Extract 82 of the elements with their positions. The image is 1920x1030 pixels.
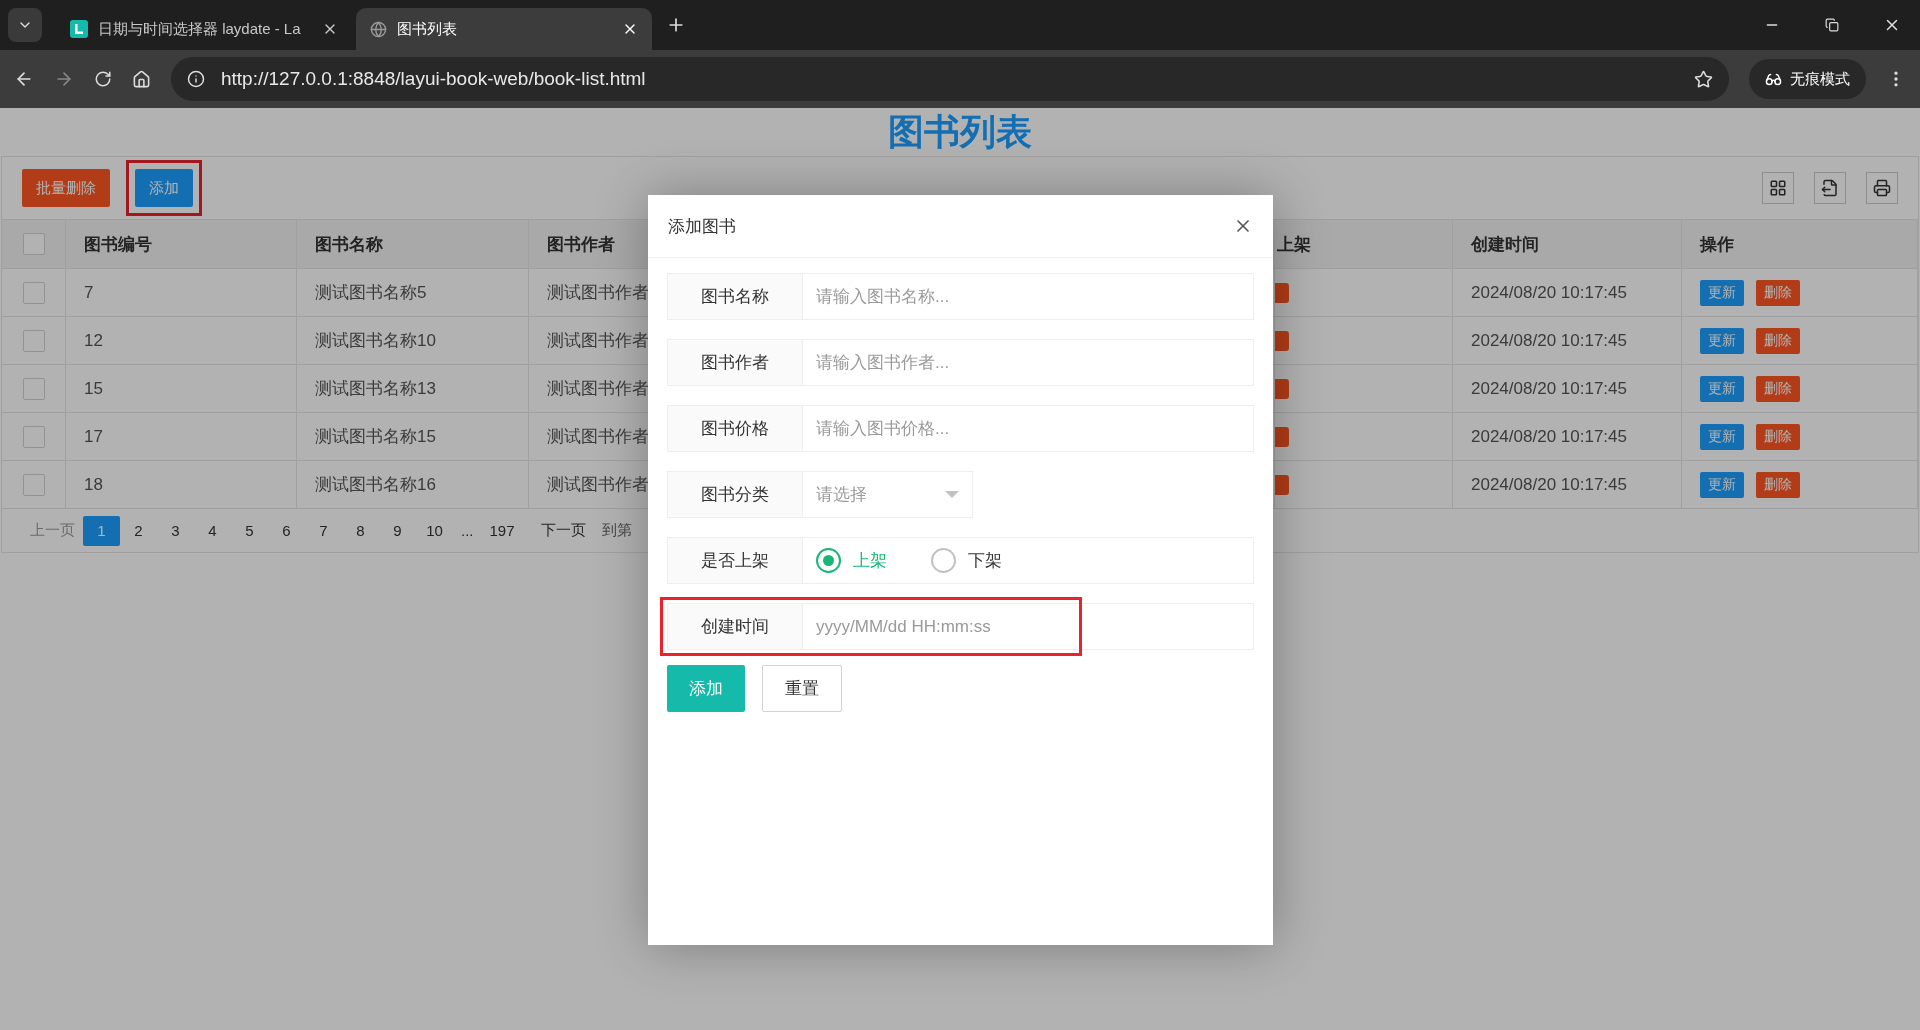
date-field[interactable]: yyyy/MM/dd HH:mm:ss	[803, 603, 1254, 650]
page-link[interactable]: 4	[194, 515, 231, 546]
input-field[interactable]: 请输入图书作者...	[803, 339, 1254, 386]
page-link[interactable]: 9	[379, 515, 416, 546]
table-cell-text: 测试图书名称10	[315, 330, 436, 352]
incognito-button[interactable]: 无痕模式	[1749, 59, 1866, 99]
checkbox[interactable]	[22, 377, 45, 400]
page-link[interactable]: 6	[268, 515, 305, 546]
input-field[interactable]: 请输入图书名称...	[803, 273, 1254, 320]
field-label: 是否上架	[667, 537, 803, 584]
status-badge	[1275, 474, 1289, 495]
table-cell: 17	[84, 426, 103, 447]
checkbox[interactable]	[22, 281, 45, 304]
status-badge	[1275, 330, 1289, 351]
globe-icon	[370, 20, 387, 38]
column-header: 图书名称	[315, 233, 383, 256]
page-link[interactable]: 7	[305, 515, 342, 546]
goto-label: 到第	[600, 521, 633, 540]
column-header: 操作	[1700, 233, 1734, 256]
page-link[interactable]: 3	[157, 515, 194, 546]
table-cell: 2024/08/20 10:17:45	[1471, 282, 1627, 303]
table-cell-text: 测试图书作者	[547, 282, 649, 304]
field-label: 图书名称	[667, 273, 803, 320]
table-cell: 15	[84, 378, 103, 399]
column-header: 上架	[1277, 233, 1311, 256]
status-badge	[1275, 378, 1289, 399]
table-cell: 2024/08/20 10:17:45	[1471, 426, 1627, 447]
checkbox[interactable]	[22, 233, 45, 255]
star-icon[interactable]	[1694, 69, 1713, 89]
table-cell-text: 测试图书名称15	[315, 426, 436, 448]
browser-tab[interactable]: 图书列表	[356, 8, 652, 50]
dialog-title: 添加图书	[668, 215, 736, 238]
column-header: 创建时间	[1471, 233, 1539, 256]
reload-icon[interactable]	[94, 70, 112, 88]
checkbox[interactable]	[22, 473, 45, 496]
table-cell-text: 测试图书名称5	[315, 282, 427, 304]
table-cell: 2024/08/20 10:17:45	[1471, 330, 1627, 351]
info-icon[interactable]	[187, 70, 205, 88]
tab-title: 图书列表	[397, 19, 458, 39]
caret-icon	[945, 491, 959, 498]
column-header: 图书编号	[84, 233, 152, 256]
page-title: 图书列表	[887, 110, 1033, 154]
table-cell: 18	[84, 474, 103, 495]
tab-list-button[interactable]	[8, 8, 42, 42]
columns-icon[interactable]	[1762, 172, 1794, 204]
page-link[interactable]: 5	[231, 515, 268, 546]
table-cell-text: 测试图书作者	[547, 426, 649, 448]
page-link[interactable]: 10	[416, 515, 453, 546]
table-cell: 2024/08/20 10:17:45	[1471, 378, 1627, 399]
print-icon[interactable]	[1866, 172, 1898, 204]
address-bar[interactable]: http://127.0.0.1:8848/layui-book-web/book-list.html	[171, 57, 1729, 101]
reset-button[interactable]: 重置	[762, 665, 842, 712]
field-label: 图书作者	[667, 339, 803, 386]
page-link[interactable]: 8	[342, 515, 379, 546]
ellipsis: ...	[460, 522, 475, 539]
checkbox[interactable]	[22, 329, 45, 352]
next-page-link[interactable]: 下一页	[532, 515, 594, 546]
home-icon[interactable]	[132, 69, 151, 89]
field-label: 图书价格	[667, 405, 803, 452]
table-cell-text: 测试图书名称13	[315, 378, 436, 400]
restore-icon[interactable]	[1825, 18, 1839, 32]
radio-option[interactable]: 下架	[931, 548, 1002, 573]
tab-title: 日期与时间选择器 laydate - La	[98, 19, 302, 39]
table-cell-text: 测试图书作者	[547, 474, 649, 496]
status-badge	[1275, 282, 1289, 303]
browser-tab[interactable]: 日期与时间选择器 laydate - La	[56, 8, 352, 50]
site-logo-icon	[70, 20, 88, 38]
status-badge	[1275, 426, 1289, 447]
page-link[interactable]: 197	[481, 515, 523, 546]
table-cell-text: 测试图书作者	[547, 378, 649, 400]
page-link[interactable]: 2	[120, 515, 157, 546]
table-cell: 7	[84, 282, 94, 303]
field-label: 图书分类	[667, 471, 803, 518]
table-cell-text: 测试图书名称16	[315, 474, 436, 496]
checkbox[interactable]	[22, 425, 45, 448]
table-cell-text: 测试图书作者	[547, 330, 649, 352]
export-icon[interactable]	[1814, 172, 1846, 204]
table-cell: 12	[84, 330, 103, 351]
input-field[interactable]: 请输入图书价格...	[803, 405, 1254, 452]
column-header: 图书作者	[547, 233, 615, 256]
field-label: 创建时间	[667, 603, 803, 650]
table-cell: 2024/08/20 10:17:45	[1471, 474, 1627, 495]
